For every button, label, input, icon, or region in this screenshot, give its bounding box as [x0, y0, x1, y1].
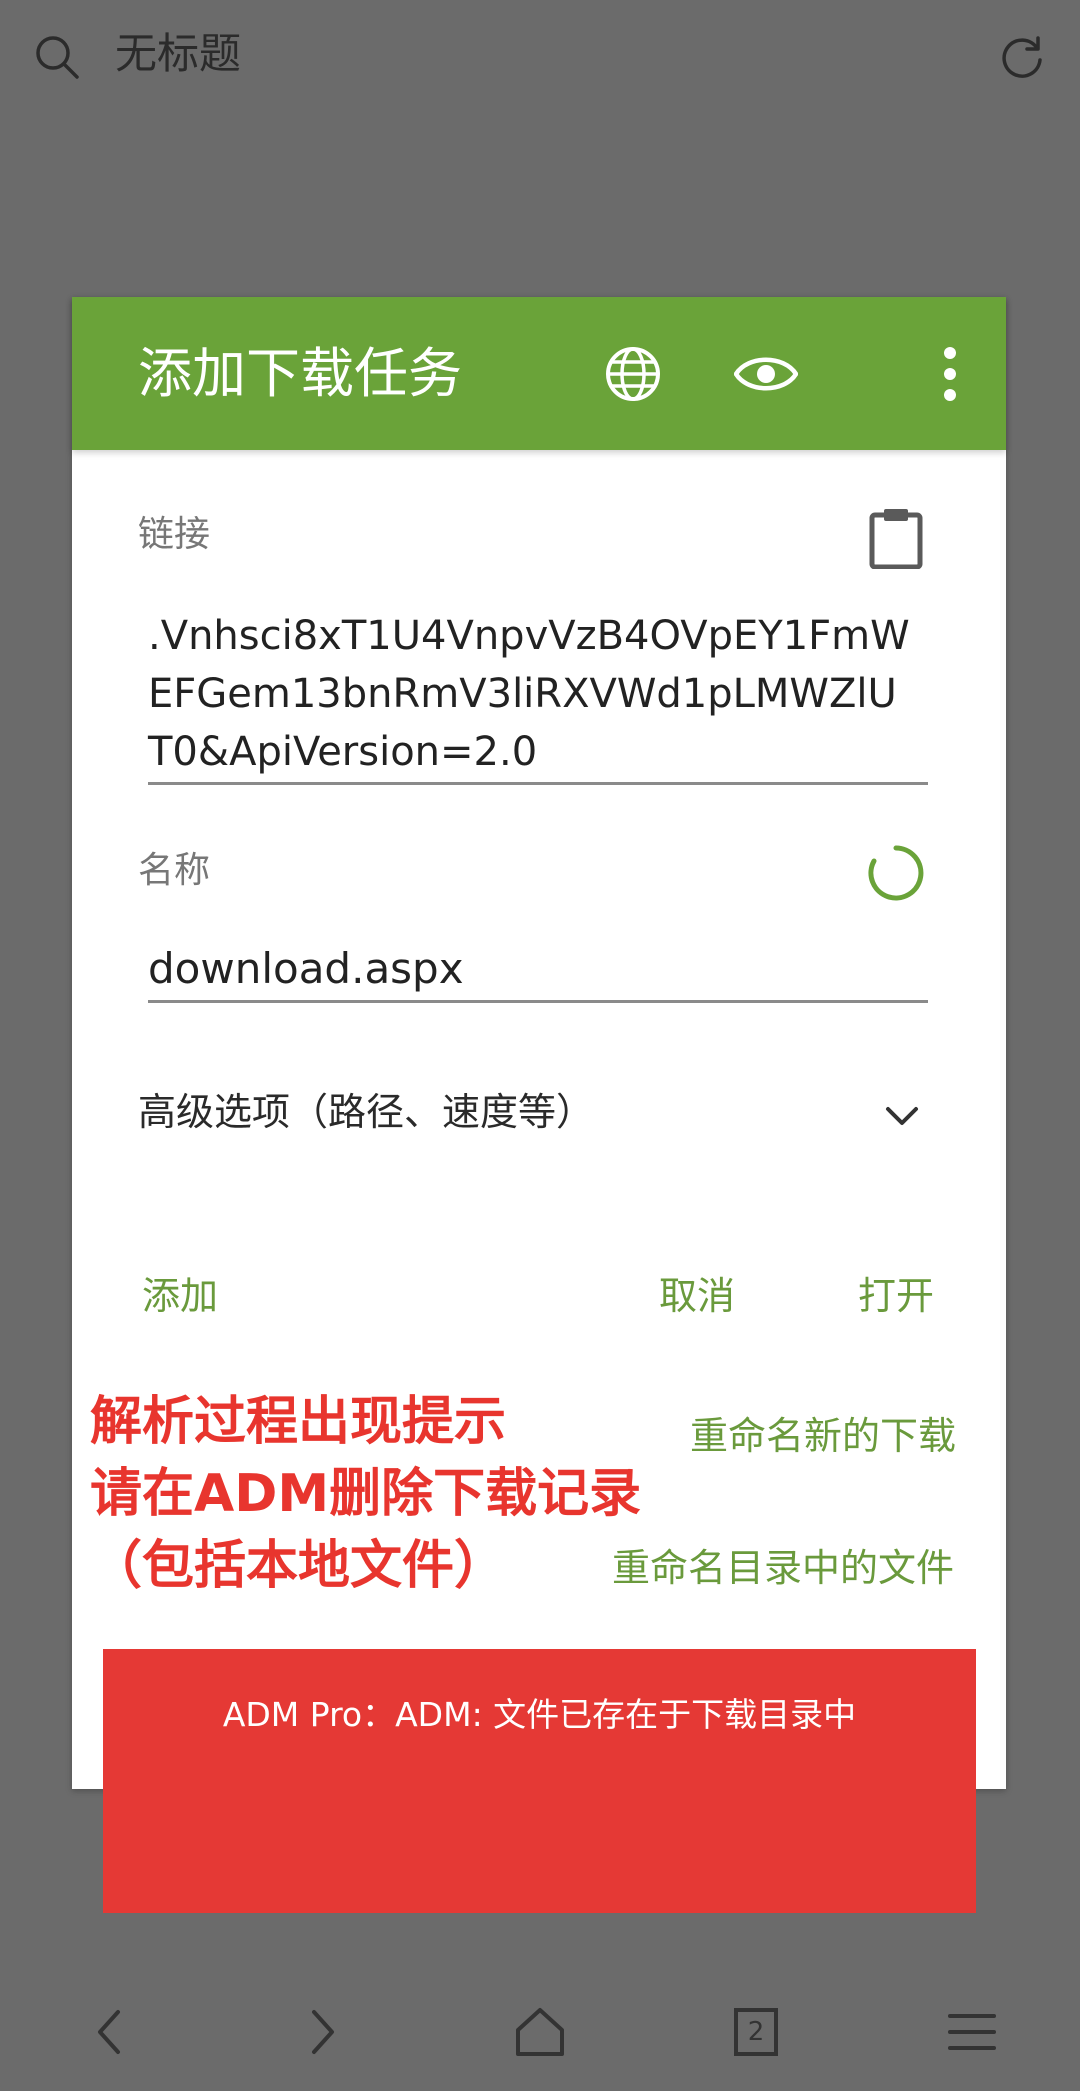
dialog-title: 添加下载任务	[138, 342, 462, 405]
clipboard-icon[interactable]	[868, 507, 924, 569]
name-underline	[148, 1000, 928, 1003]
annotation-line-1: 解析过程出现提示	[90, 1392, 507, 1452]
rename-new-option[interactable]: 重命名新的下载	[690, 1412, 956, 1460]
toast-message: ADM Pro：ADM: 文件已存在于下载目录中	[222, 1695, 857, 1734]
home-icon[interactable]	[510, 2002, 570, 2062]
bottom-nav: 2	[0, 1980, 1080, 2091]
advanced-options-toggle[interactable]: 高级选项（路径、速度等）	[138, 1087, 594, 1137]
tabs-icon[interactable]: 2	[726, 2002, 786, 2062]
link-input[interactable]: .Vnhsci8xT1U4VnpvVzB4OVpEY1FmWEFGem13bnR…	[148, 607, 918, 781]
dialog-header: 添加下载任务	[72, 297, 1006, 450]
eye-icon[interactable]	[734, 345, 798, 403]
more-vert-icon[interactable]	[940, 345, 960, 403]
forward-icon[interactable]	[292, 2002, 352, 2062]
error-toast: ADM Pro：ADM: 文件已存在于下载目录中	[103, 1649, 976, 1913]
tab-count: 2	[747, 2017, 765, 2047]
top-bar: 无标题	[0, 0, 1080, 110]
annotation-red-text: 解析过程出现提示 请在ADM删除下载记录 （包括本地文件）	[90, 1386, 641, 1602]
link-underline	[148, 782, 928, 785]
name-input[interactable]: download.aspx	[148, 941, 464, 997]
menu-icon[interactable]	[940, 2002, 1000, 2062]
search-icon[interactable]	[34, 34, 80, 80]
open-button[interactable]: 打开	[858, 1271, 934, 1321]
name-label: 名称	[138, 850, 211, 891]
cancel-button[interactable]: 取消	[659, 1271, 735, 1321]
back-icon[interactable]	[80, 2002, 140, 2062]
link-label: 链接	[138, 514, 211, 555]
rename-existing-option[interactable]: 重命名目录中的文件	[612, 1544, 954, 1592]
refresh-icon[interactable]	[997, 32, 1047, 82]
annotation-line-2: 请在ADM删除下载记录	[90, 1464, 642, 1524]
chevron-down-icon[interactable]	[884, 1099, 920, 1135]
page-title: 无标题	[115, 29, 242, 78]
loading-spinner-icon	[868, 845, 924, 901]
globe-icon[interactable]	[604, 345, 662, 403]
add-button[interactable]: 添加	[142, 1271, 218, 1321]
annotation-line-3: （包括本地文件）	[90, 1536, 507, 1596]
